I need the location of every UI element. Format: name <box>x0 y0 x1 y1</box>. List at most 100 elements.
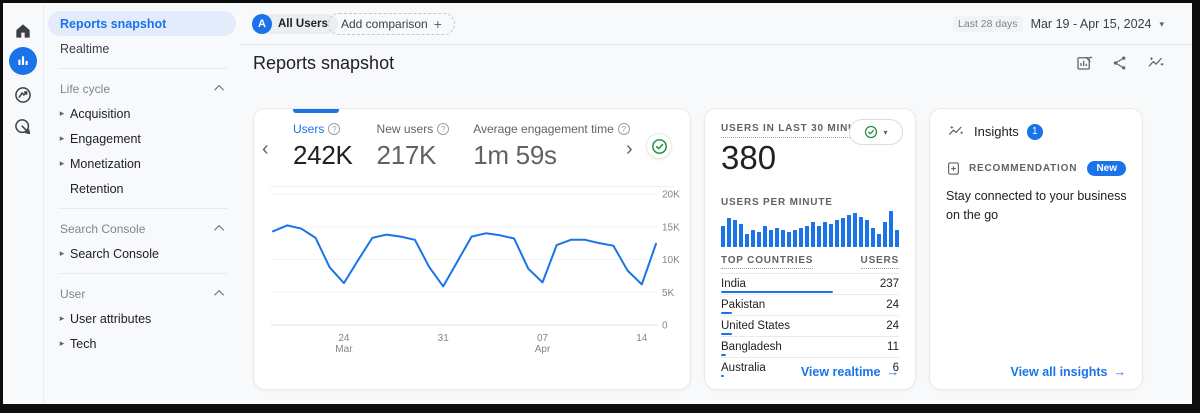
country-name: Pakistan <box>721 299 765 311</box>
main-content: A All Users Add comparison + Last 28 day… <box>240 3 1192 404</box>
reports-icon[interactable] <box>9 47 37 75</box>
minute-bar <box>859 217 863 247</box>
metric-tabs: Users?242KNew users?217KAverage engageme… <box>293 122 654 171</box>
nav-section-label: User <box>60 287 85 301</box>
minute-bar <box>721 226 725 247</box>
minute-bar <box>787 232 791 247</box>
sidebar-item-label: Acquisition <box>70 107 130 121</box>
help-icon: ? <box>618 123 630 135</box>
metric-tab-average-engagement-time[interactable]: Average engagement time?1m 59s <box>473 122 630 171</box>
metric-label: Users? <box>293 122 353 136</box>
sidebar-item-monetization[interactable]: ▸Monetization <box>44 151 240 176</box>
nav-divider <box>58 208 228 209</box>
metric-tab-users[interactable]: Users? 242K <box>293 122 353 171</box>
metric-tab-new-users[interactable]: New users?217K <box>377 122 450 171</box>
minute-bar <box>889 211 893 247</box>
comparison-topbar: A All Users Add comparison + Last 28 day… <box>240 3 1192 45</box>
audience-chip-all-users[interactable]: A All Users <box>252 14 338 34</box>
minute-bar <box>745 234 749 247</box>
minute-bar <box>877 234 881 247</box>
triangle-collapsed-icon: ▸ <box>54 248 70 259</box>
nav-section-header-search-console[interactable]: Search Console <box>44 216 240 241</box>
country-users-value: 24 <box>886 299 899 311</box>
chevron-up-icon <box>214 85 224 95</box>
sidebar-item-reports-snapshot[interactable]: Reports snapshot <box>48 11 236 36</box>
minute-bar <box>835 220 839 247</box>
svg-text:Apr: Apr <box>535 344 551 355</box>
minute-bar <box>805 226 809 247</box>
minute-bar <box>793 230 797 247</box>
sidebar-item-search-console[interactable]: ▸Search Console <box>44 241 240 266</box>
nav-section-header-user[interactable]: User <box>44 281 240 306</box>
add-comparison-button[interactable]: Add comparison + <box>328 13 455 35</box>
nav-section-header-life-cycle[interactable]: Life cycle <box>44 76 240 101</box>
realtime-status-dropdown[interactable]: ▾ <box>849 119 903 145</box>
sidebar-item-tech[interactable]: ▸Tech <box>44 331 240 356</box>
active-metric-indicator <box>293 109 339 113</box>
metric-value: 1m 59s <box>473 140 630 171</box>
users-line-chart: 20K15K10K5K024Mar3107Apr14 <box>254 189 692 361</box>
svg-text:Mar: Mar <box>335 344 353 355</box>
customize-report-icon[interactable] <box>1074 53 1094 73</box>
minute-bar <box>847 215 851 247</box>
data-quality-check-button[interactable] <box>646 133 672 159</box>
metrics-prev-button[interactable]: ‹ <box>262 139 269 159</box>
chevron-up-icon <box>214 290 224 300</box>
view-realtime-link[interactable]: View realtime → <box>801 365 899 379</box>
recommendation-label: RECOMMENDATION <box>969 163 1079 174</box>
sidebar-item-label: Search Console <box>70 247 159 261</box>
caret-down-icon: ▾ <box>883 128 887 137</box>
share-icon[interactable] <box>1110 53 1130 73</box>
triangle-collapsed-icon: ▸ <box>54 133 70 144</box>
sidebar-item-realtime[interactable]: Realtime <box>44 36 234 61</box>
minute-bar <box>895 230 899 247</box>
sidebar-item-acquisition[interactable]: ▸Acquisition <box>44 101 240 126</box>
sidebar-item-retention[interactable]: ▸Retention <box>44 176 240 201</box>
recommendation-icon <box>946 161 961 176</box>
explore-icon[interactable] <box>11 83 35 107</box>
view-all-insights-link[interactable]: View all insights → <box>1010 365 1126 379</box>
sidebar-item-label: User attributes <box>70 312 151 326</box>
insights-count-badge: 1 <box>1027 124 1043 140</box>
date-preset-label: Last 28 days <box>953 16 1023 32</box>
home-icon[interactable] <box>11 19 35 43</box>
new-badge: New <box>1087 161 1126 176</box>
nav-divider <box>58 273 228 274</box>
green-check-icon <box>864 125 878 139</box>
minute-bar <box>811 222 815 247</box>
column-top-countries: TOP COUNTRIES <box>721 255 813 269</box>
arrow-right-icon: → <box>1114 365 1127 379</box>
advertising-icon[interactable] <box>11 115 35 139</box>
country-users-value: 11 <box>887 341 899 353</box>
sidebar-item-user-attributes[interactable]: ▸User attributes <box>44 306 240 331</box>
insights-icon[interactable] <box>1146 53 1166 73</box>
report-actions <box>1074 53 1166 73</box>
users-per-minute-label: USERS PER MINUTE <box>721 197 833 208</box>
sidebar-item-label: Retention <box>70 182 124 196</box>
metrics-next-button[interactable]: › <box>626 139 633 159</box>
view-realtime-label: View realtime <box>801 365 881 379</box>
nav-section-label: Search Console <box>60 222 145 236</box>
triangle-collapsed-icon: ▸ <box>54 158 70 169</box>
minute-bar <box>883 222 887 247</box>
svg-text:15K: 15K <box>662 222 680 233</box>
country-row-india: India237 <box>721 273 899 294</box>
svg-text:14: 14 <box>636 333 648 344</box>
svg-text:24: 24 <box>338 333 350 344</box>
minute-bar <box>799 228 803 247</box>
metric-value: 217K <box>377 140 450 171</box>
svg-text:31: 31 <box>438 333 450 344</box>
insight-message[interactable]: Stay connected to your business on the g… <box>946 187 1130 225</box>
metric-value: 242K <box>293 140 353 171</box>
country-row-pakistan: Pakistan 24 <box>721 294 899 315</box>
date-range-picker[interactable]: Last 28 days Mar 19 - Apr 15, 2024 ▾ <box>953 13 1164 35</box>
sidebar-item-engagement[interactable]: ▸Engagement <box>44 126 240 151</box>
country-bar <box>721 354 726 357</box>
nav-divider <box>58 68 228 69</box>
metrics-divider <box>270 186 674 187</box>
plus-icon: + <box>434 16 442 32</box>
help-icon: ? <box>328 123 340 135</box>
date-range-value: Mar 19 - Apr 15, 2024 <box>1031 17 1152 31</box>
metric-label-text: Users <box>293 122 324 136</box>
audience-avatar: A <box>252 14 272 34</box>
